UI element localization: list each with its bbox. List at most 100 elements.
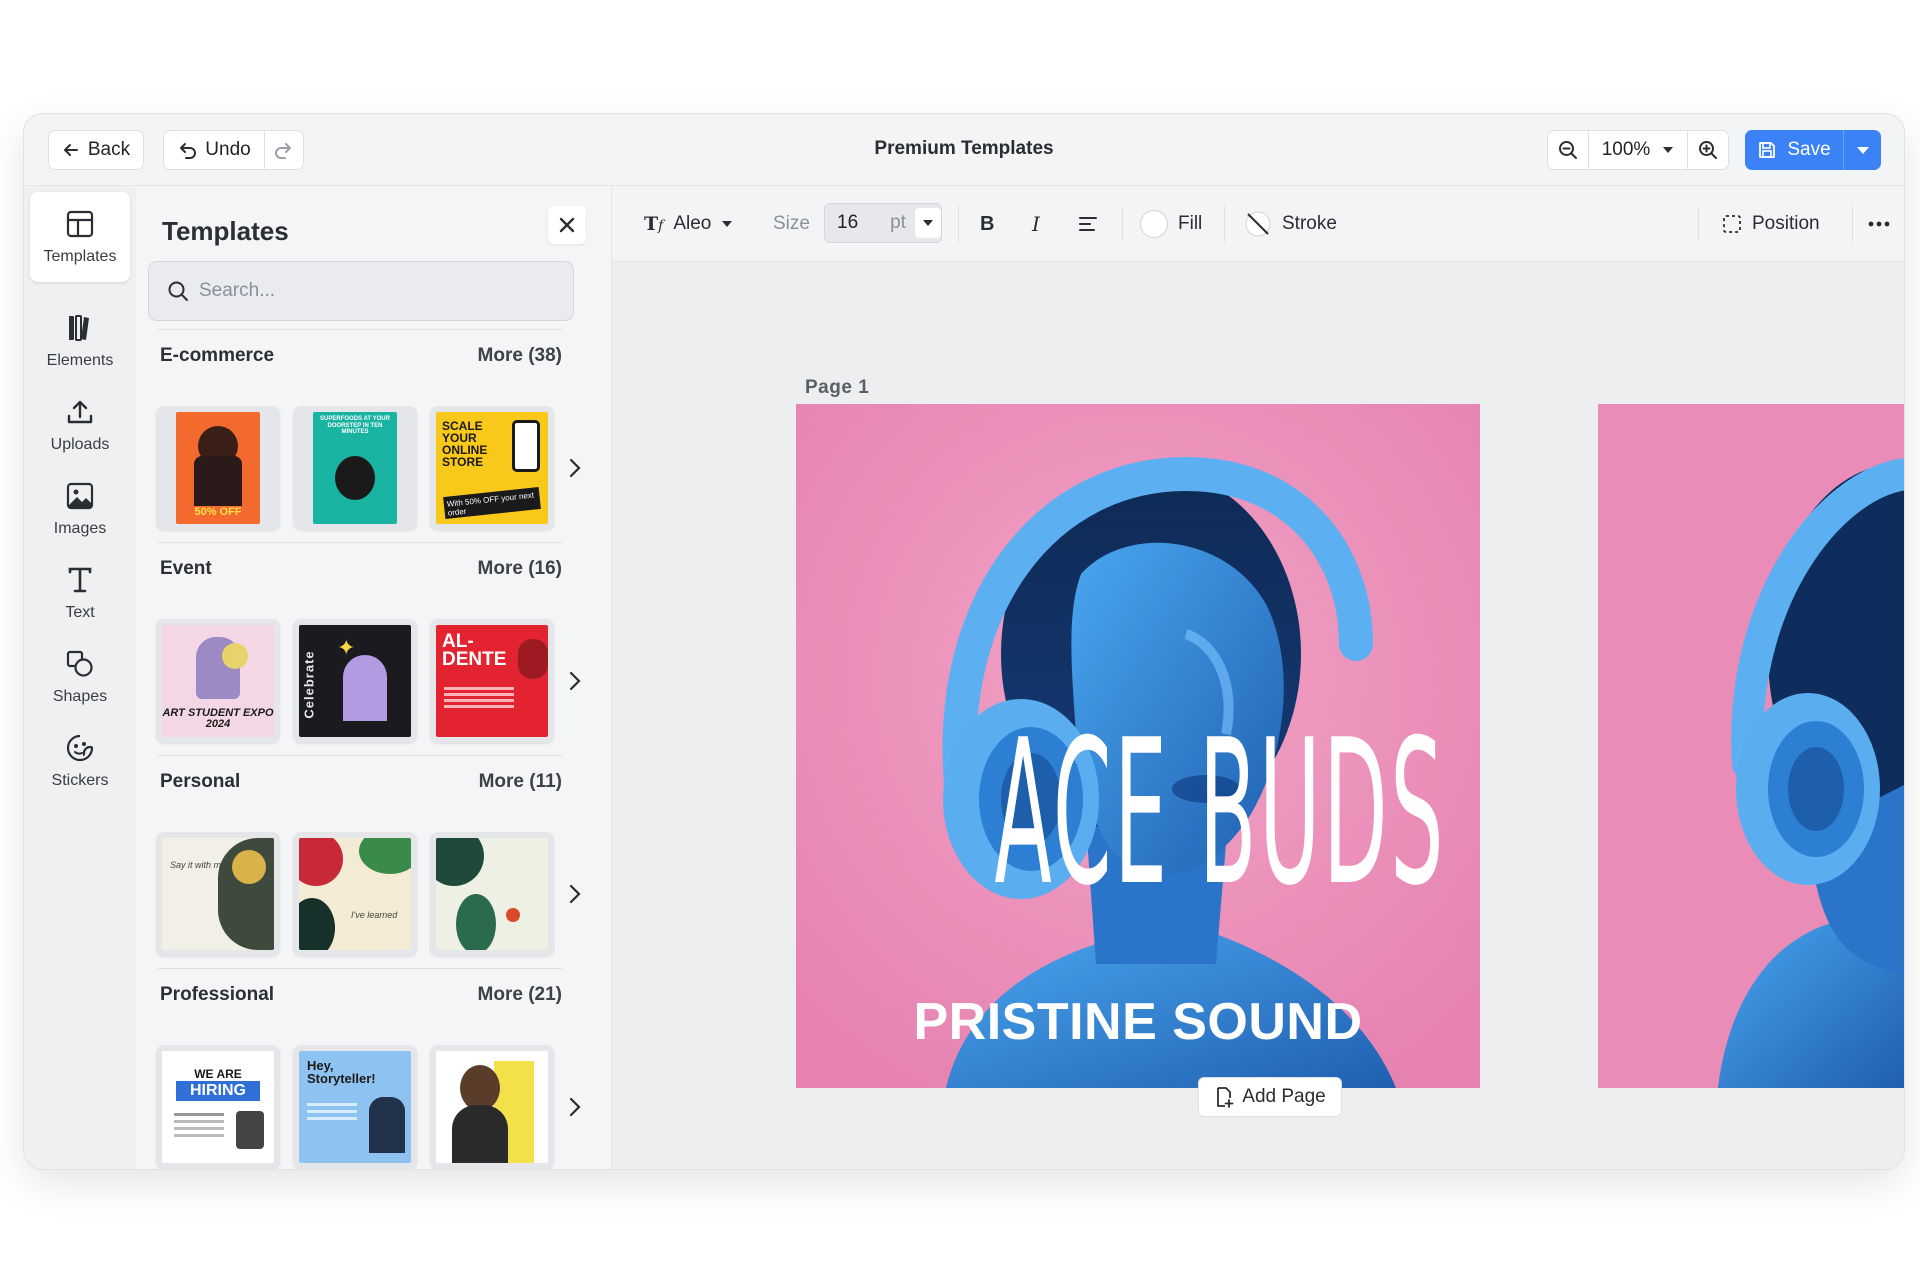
rail-label: Elements [46, 351, 114, 369]
template-thumb[interactable]: Celebrate ✦ [293, 619, 417, 743]
template-thumb[interactable]: I've learned [293, 832, 417, 956]
templates-panel: Templates E-commerce More (38) 50% OFF S… [136, 186, 612, 1169]
rail-item-text[interactable]: Text [30, 548, 130, 638]
fill-button[interactable]: Fill [1140, 186, 1202, 262]
rail-item-stickers[interactable]: Stickers [30, 716, 130, 806]
template-thumb[interactable]: 50% OFF [156, 406, 280, 530]
italic-button[interactable]: I [1032, 186, 1040, 262]
font-size-dropdown[interactable] [915, 208, 941, 238]
template-text: With 50% OFF your next order [443, 487, 541, 519]
position-label: Position [1752, 213, 1820, 234]
template-text: Hey, Storyteller! [307, 1058, 376, 1086]
toolbar-divider [1852, 206, 1853, 242]
tool-rail: Templates Elements Uploads Images Text S… [24, 186, 136, 1169]
template-preview: AL- DENTE [436, 625, 548, 737]
rail-item-uploads[interactable]: Uploads [30, 380, 130, 470]
template-text: 50% OFF [194, 506, 242, 518]
more-options-button[interactable] [1868, 186, 1890, 262]
template-preview: I've learned [299, 838, 411, 950]
zoom-out-button[interactable] [1548, 131, 1588, 169]
more-link-personal[interactable]: More (11) [479, 771, 562, 793]
bold-button[interactable]: B [980, 186, 994, 262]
close-panel-button[interactable] [548, 206, 586, 244]
save-options-button[interactable] [1843, 130, 1881, 170]
carousel-next-button[interactable] [564, 1087, 586, 1127]
template-thumb[interactable]: Hey, Storyteller! [293, 1045, 417, 1169]
add-page-icon [1217, 1087, 1234, 1108]
template-thumb[interactable]: ART STUDENT EXPO 2024 [156, 619, 280, 743]
zoom-select[interactable]: 100% [1588, 131, 1688, 169]
shapes-icon [66, 650, 93, 677]
subline-text[interactable]: PRISTINE SOUND [796, 992, 1480, 1052]
section-header-event: Event More (16) [160, 554, 562, 584]
design-page[interactable]: ACE BUDS PRISTINE SOUND [796, 404, 1480, 1088]
font-size-value: 16 [837, 212, 859, 233]
bold-icon: B [980, 212, 995, 235]
toolbar-divider [958, 206, 959, 242]
template-preview: ART STUDENT EXPO 2024 [162, 625, 274, 737]
carousel-next-button[interactable] [564, 448, 586, 488]
template-text: HIRING [176, 1081, 260, 1101]
add-page-button[interactable]: Add Page [1198, 1077, 1342, 1117]
template-thumb[interactable]: SCALE YOUR ONLINE STORE With 50% OFF you… [430, 406, 554, 530]
more-link-professional[interactable]: More (21) [478, 984, 562, 1006]
toolbar-divider [1698, 206, 1699, 242]
more-horizontal-icon [1868, 221, 1890, 227]
zoom-in-button[interactable] [1688, 131, 1728, 169]
template-preview: Hey, Storyteller! [299, 1051, 411, 1163]
font-size-unit: pt [890, 212, 906, 233]
page-label: Page 1 [805, 377, 870, 398]
template-thumb[interactable]: AL- DENTE [430, 619, 554, 743]
carousel-next-button[interactable] [564, 661, 586, 701]
rail-item-images[interactable]: Images [30, 464, 130, 554]
save-button[interactable]: Save [1745, 130, 1843, 170]
search-input[interactable] [199, 280, 559, 302]
carousel-next-button[interactable] [564, 874, 586, 914]
template-thumb[interactable] [430, 1045, 554, 1169]
more-link-ecommerce[interactable]: More (38) [478, 345, 562, 367]
caret-down-icon [1856, 146, 1869, 154]
stroke-none-icon [1245, 211, 1271, 237]
section-divider [158, 329, 562, 330]
design-page[interactable] [1598, 404, 1904, 1088]
size-label: Size [773, 213, 810, 234]
font-name: Aleo [673, 213, 712, 234]
design-canvas: Page 1 ACE BUDS PRISTINE SOUND Add Page [612, 262, 1904, 1169]
template-text: WE ARE [194, 1067, 242, 1081]
section-title: Personal [160, 771, 241, 792]
template-thumb[interactable] [430, 832, 554, 956]
font-family-select[interactable]: Tf Aleo [644, 186, 733, 262]
stroke-label: Stroke [1282, 213, 1337, 234]
save-split-button: Save [1745, 130, 1881, 170]
floppy-disk-icon [1759, 142, 1776, 158]
template-preview: 50% OFF [176, 412, 260, 524]
rail-label: Text [65, 603, 95, 621]
template-thumb[interactable]: SUPERFOODS AT YOUR DOORSTEP IN TEN MINUT… [293, 406, 417, 530]
rail-item-templates[interactable]: Templates [30, 192, 130, 282]
more-link-event[interactable]: More (16) [478, 558, 562, 580]
section-title: Event [160, 558, 212, 579]
align-button[interactable] [1078, 186, 1098, 262]
sticker-icon [66, 734, 94, 761]
editor-window: Back Undo Premium Templates 100% Save Te… [23, 113, 1905, 1170]
template-text: Say it with me [170, 860, 227, 870]
search-icon [168, 281, 188, 301]
zoom-control: 100% [1547, 130, 1729, 170]
chevron-right-icon [569, 671, 581, 691]
rail-label: Uploads [50, 435, 110, 453]
rail-item-elements[interactable]: Elements [30, 296, 130, 386]
stroke-button[interactable]: Stroke [1244, 186, 1337, 262]
rail-item-shapes[interactable]: Shapes [30, 632, 130, 722]
font-size-field[interactable]: 16 pt [824, 203, 942, 243]
rail-label: Shapes [52, 687, 108, 705]
position-button[interactable]: Position [1722, 186, 1820, 262]
caret-down-icon [722, 221, 733, 227]
section-header-ecommerce: E-commerce More (38) [160, 341, 562, 371]
format-toolbar: Tf Aleo Size 16 pt B I Fill Stroke Posit… [612, 186, 1904, 262]
template-thumb[interactable]: Say it with me [156, 832, 280, 956]
template-preview: SCALE YOUR ONLINE STORE With 50% OFF you… [436, 412, 548, 524]
template-thumb[interactable]: WE ARE HIRING [156, 1045, 280, 1169]
save-label: Save [1787, 139, 1831, 160]
template-text: SCALE YOUR ONLINE STORE [442, 419, 488, 469]
headline-text[interactable]: ACE BUDS [994, 714, 1443, 914]
